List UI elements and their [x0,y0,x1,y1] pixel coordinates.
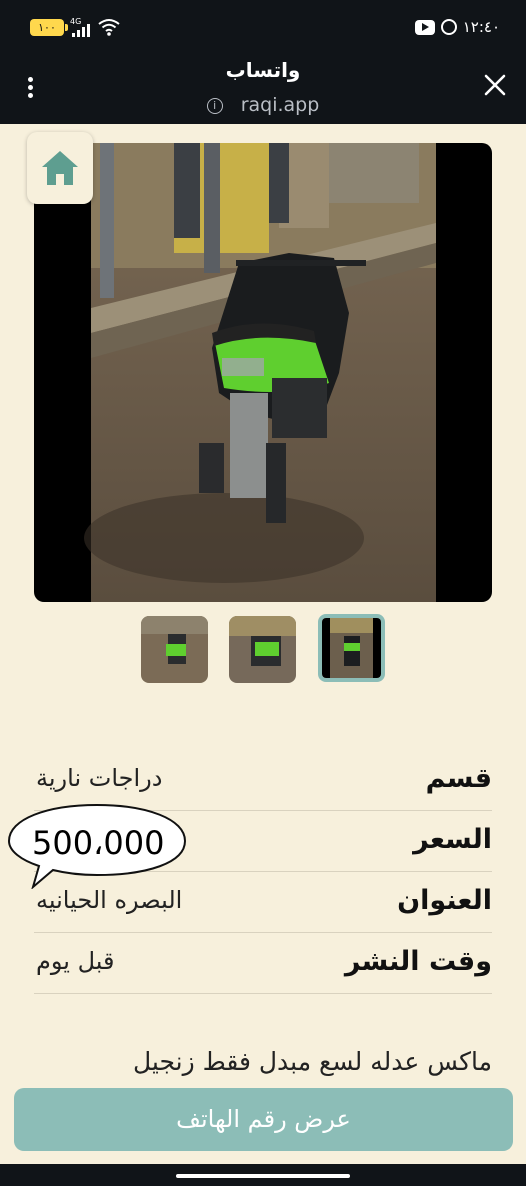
thumbnail-2[interactable] [229,616,296,683]
signal-icon: 4G [70,17,94,37]
status-right: ١٢:٤٠ [414,16,500,38]
detail-value: البصره الحيانيه [36,886,183,914]
browser-header: واتساب i raqi.app [0,54,526,124]
url-display[interactable]: i raqi.app [0,94,526,116]
listing-photo[interactable] [34,143,492,602]
listing-description: ماكس عدله لسع مبدل فقط زنجيل [133,1047,492,1076]
home-indicator[interactable] [176,1174,350,1178]
detail-label: السعر [413,824,492,855]
page-title: واتساب [225,58,301,82]
detail-row-category: قسم دراجات نارية [34,750,492,811]
scooter-photo [84,143,436,602]
detail-value: قبل يوم [36,947,115,975]
detail-label: العنوان [397,885,492,916]
detail-label: وقت النشر [344,946,492,977]
thumbnail-image [141,616,208,683]
info-icon[interactable]: i [206,98,223,114]
detail-value: دراجات نارية [36,764,163,792]
status-bar: ١٠٠ 4G ١٢:٤٠ [0,0,526,54]
home-icon [42,151,78,185]
thumbnail-3[interactable] [318,614,385,682]
thumbnail-image [229,616,296,683]
thumbnail-1[interactable] [141,616,208,683]
home-button[interactable] [27,132,93,204]
wifi-icon [98,19,120,36]
detail-row-posted: وقت النشر قبل يوم [34,933,492,994]
thumbnail-image [322,618,381,678]
system-nav-bar [0,1164,526,1186]
url-text: raqi.app [240,94,320,116]
clock: ١٢:٤٠ [462,18,500,36]
whatsapp-icon [440,19,457,35]
detail-label: قسم [425,763,492,794]
battery-indicator: ١٠٠ [30,19,68,36]
price-value: 500،000 [32,824,165,862]
show-phone-button[interactable]: عرض رقم الهاتف [14,1088,513,1151]
close-icon[interactable] [482,72,508,98]
youtube-icon [414,19,435,35]
